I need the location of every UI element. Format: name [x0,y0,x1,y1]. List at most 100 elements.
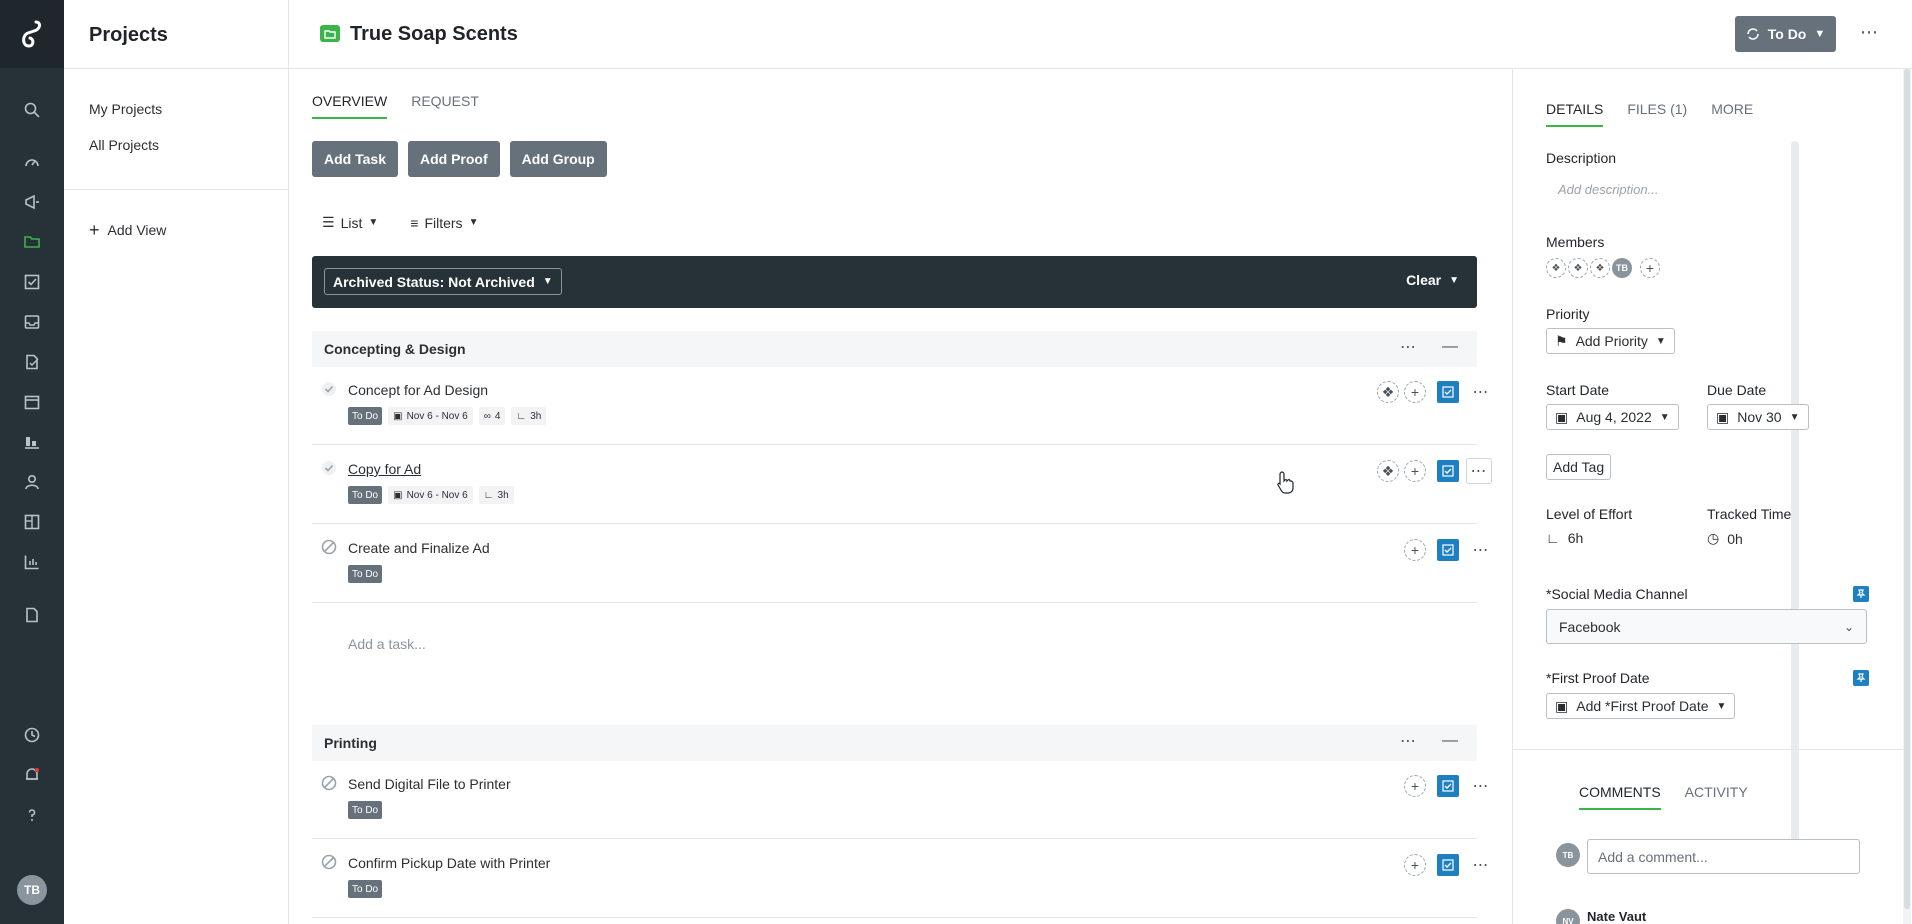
search-icon[interactable] [20,98,44,122]
social-media-channel-select[interactable]: Facebook ⌄ [1546,609,1867,644]
collapse-group-icon[interactable]: — [1442,338,1458,356]
task-complete-check-icon[interactable] [320,459,338,477]
pin-icon[interactable] [1853,586,1869,602]
task-blocked-icon[interactable] [320,774,338,792]
group-more-icon[interactable]: ⋯ [1400,337,1416,357]
task-more-icon[interactable]: ⋯ [1466,458,1492,484]
start-date-picker[interactable]: ▣ Aug 4, 2022 ▼ [1546,404,1679,430]
priority-dropdown[interactable]: ⚑ Add Priority ▼ [1546,328,1675,354]
dashboard-icon[interactable] [20,150,44,174]
add-assignee-icon[interactable]: + [1404,539,1426,561]
add-tag-button[interactable]: Add Tag [1546,454,1612,480]
comment-input[interactable]: Add a comment... [1587,839,1860,874]
people-icon[interactable] [20,470,44,494]
filters-button[interactable]: ≡ Filters ▼ [410,214,478,231]
add-task-button[interactable]: Add Task [312,141,398,177]
task-check-icon[interactable] [20,270,44,294]
task-more-icon[interactable]: ⋯ [1470,539,1492,561]
add-assignee-icon[interactable]: + [1404,775,1426,797]
archived-status-filter-chip[interactable]: Archived Status: Not Archived ▼ [324,268,562,295]
task-row[interactable]: Concept for Ad Design To Do ▣ Nov 6 - Nov… [312,367,1489,445]
panel-scrollbar[interactable] [1903,69,1911,924]
group-header[interactable]: Printing ⋯ — [312,725,1477,761]
status-badge[interactable]: To Do [348,880,383,898]
effort-chip[interactable]: ∟ 3h [478,486,514,504]
links-chip[interactable]: ∞ 4 [478,407,506,425]
folder-icon[interactable] [20,230,44,254]
assignee-placeholder-icon[interactable]: ❖ [1377,460,1399,482]
reports-icon[interactable] [20,550,44,574]
more-options-icon[interactable]: ⋯ [1860,22,1879,43]
group-more-icon[interactable]: ⋯ [1400,731,1416,751]
add-task-input[interactable]: Add a task... [348,636,426,652]
add-assignee-icon[interactable]: + [1404,460,1426,482]
collapse-group-icon[interactable]: — [1442,732,1458,750]
date-range-chip[interactable]: ▣ Nov 6 - Nov 6 [388,407,473,425]
task-row[interactable]: Create and Finalize Ad To Do + ⋯ [312,525,1489,603]
document-icon[interactable] [20,603,44,627]
tab-comments[interactable]: COMMENTS [1579,784,1661,810]
status-badge[interactable]: To Do [348,407,383,425]
status-badge[interactable]: To Do [348,565,383,583]
assignee-placeholder-icon[interactable]: ❖ [1377,381,1399,403]
task-name[interactable]: Send Digital File to Printer [348,776,511,792]
project-status-button[interactable]: To Do ▼ [1735,16,1836,52]
task-type-icon[interactable] [1437,460,1459,482]
add-group-button[interactable]: Add Group [509,141,607,177]
tab-activity[interactable]: ACTIVITY [1685,784,1748,810]
tab-overview[interactable]: OVERVIEW [312,93,388,119]
task-name[interactable]: Create and Finalize Ad [348,540,490,556]
help-icon[interactable] [20,803,44,827]
task-complete-check-icon[interactable] [320,380,338,398]
add-view-button[interactable]: + Add View [89,221,166,239]
group-header[interactable]: Concepting & Design ⋯ — [312,331,1477,367]
member-placeholder-icon[interactable]: ❖ [1590,258,1610,278]
task-name[interactable]: Confirm Pickup Date with Printer [348,855,550,871]
tab-request[interactable]: REQUEST [411,93,479,119]
task-blocked-icon[interactable] [320,853,338,871]
task-name[interactable]: Copy for Ad [348,461,421,477]
task-type-icon[interactable] [1437,539,1459,561]
clear-filters-button[interactable]: Clear ▼ [1406,272,1459,288]
add-assignee-icon[interactable]: + [1404,854,1426,876]
view-selector[interactable]: ☰ List ▼ [322,214,378,231]
date-range-chip[interactable]: ▣ Nov 6 - Nov 6 [388,486,473,504]
add-member-icon[interactable]: + [1640,258,1660,278]
task-row[interactable]: Send Digital File to Printer To Do + ⋯ [312,761,1489,839]
member-avatar[interactable]: TB [1612,258,1632,278]
status-badge[interactable]: To Do [348,801,383,819]
notification-bell-icon[interactable] [20,763,44,787]
subnav-item-my-projects[interactable]: My Projects [89,101,162,117]
first-proof-date-picker[interactable]: ▣ Add *First Proof Date ▼ [1546,693,1736,719]
panel-scrollbar-thumb[interactable] [1904,69,1910,909]
add-proof-button[interactable]: Add Proof [407,141,500,177]
pin-icon[interactable] [1853,670,1869,686]
task-row[interactable]: Copy for Ad To Do ▣ Nov 6 - Nov 6 ∟ 3h ❖ +… [312,446,1492,524]
clock-icon[interactable] [20,723,44,747]
task-more-icon[interactable]: ⋯ [1470,381,1492,403]
task-more-icon[interactable]: ⋯ [1470,775,1492,797]
calendar-icon[interactable] [20,390,44,414]
task-type-icon[interactable] [1437,854,1459,876]
user-avatar[interactable]: TB [17,875,47,905]
tab-details[interactable]: DETAILS [1546,101,1604,127]
tab-more[interactable]: MORE [1711,101,1753,127]
tab-files[interactable]: FILES (1) [1627,101,1687,127]
status-badge[interactable]: To Do [348,486,383,504]
subnav-item-all-projects[interactable]: All Projects [89,137,159,153]
task-more-icon[interactable]: ⋯ [1470,854,1492,876]
member-placeholder-icon[interactable]: ❖ [1546,258,1566,278]
task-type-icon[interactable] [1437,775,1459,797]
level-of-effort-value[interactable]: ∟ 6h [1546,530,1583,546]
megaphone-icon[interactable] [20,190,44,214]
proof-icon[interactable] [20,350,44,374]
tracked-time-value[interactable]: ◷ 0h [1707,530,1743,547]
task-row[interactable]: Confirm Pickup Date with Printer To Do +… [312,840,1489,918]
app-logo[interactable] [0,0,64,68]
due-date-picker[interactable]: ▣ Nov 30 ▼ [1707,404,1809,430]
workload-icon[interactable] [20,430,44,454]
inbox-icon[interactable] [20,310,44,334]
board-icon[interactable] [20,510,44,534]
task-blocked-icon[interactable] [320,538,338,556]
add-assignee-icon[interactable]: + [1404,381,1426,403]
